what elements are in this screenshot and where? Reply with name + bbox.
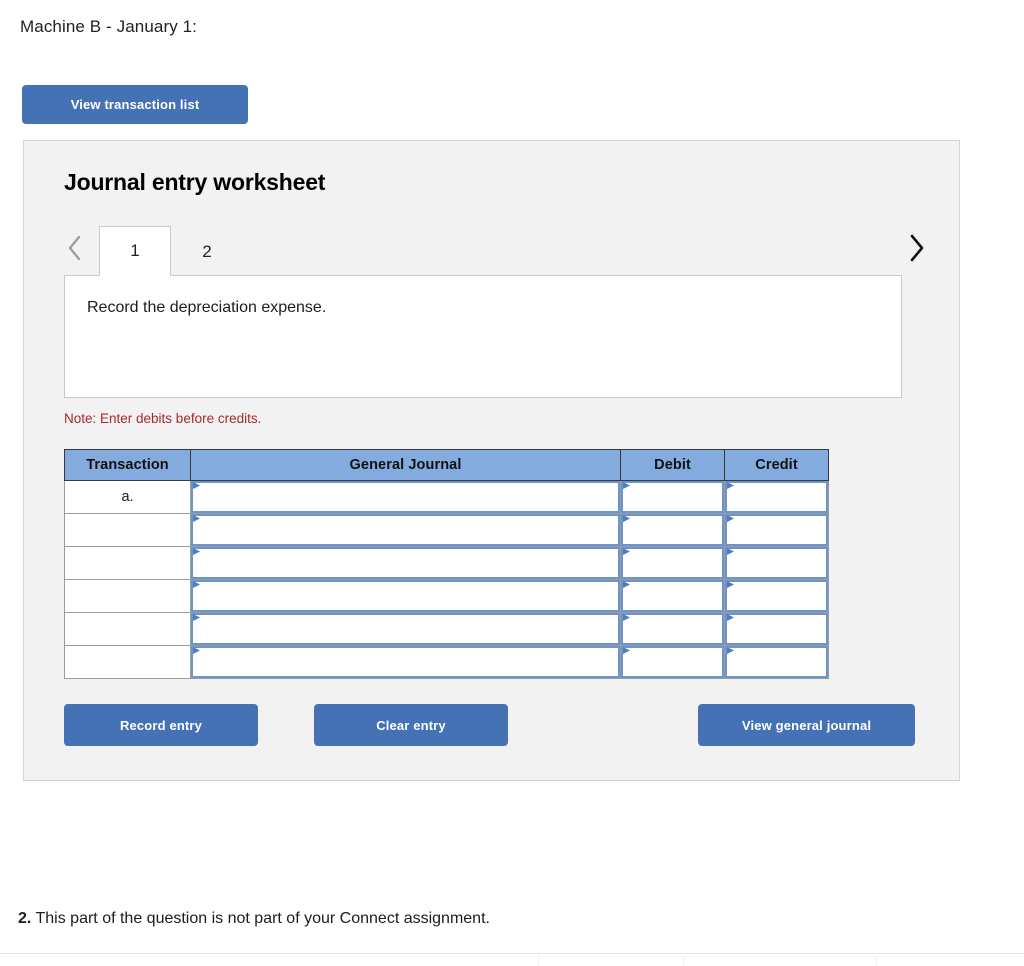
debit-field-cell xyxy=(620,480,725,514)
transaction-cell xyxy=(64,513,191,547)
dropdown-triangle-icon xyxy=(727,647,734,654)
debit-field[interactable] xyxy=(621,514,724,546)
worksheet-tab-2[interactable]: 2 xyxy=(171,226,243,276)
footer-divider xyxy=(0,953,1024,954)
dropdown-triangle-icon xyxy=(193,548,200,555)
debit-field[interactable] xyxy=(621,481,724,513)
page-title: Machine B - January 1: xyxy=(20,17,198,36)
general-journal-field[interactable] xyxy=(191,514,620,546)
dropdown-triangle-icon xyxy=(727,548,734,555)
dropdown-triangle-icon xyxy=(193,581,200,588)
credit-field-cell xyxy=(724,546,829,580)
footer-question-text: This part of the question is not part of… xyxy=(35,910,490,927)
credit-field[interactable] xyxy=(725,580,828,612)
credit-field-cell xyxy=(724,612,829,646)
view-general-journal-button[interactable]: View general journal xyxy=(698,704,915,746)
footer-column-separator xyxy=(683,955,684,966)
column-header-credit: Credit xyxy=(724,449,829,481)
worksheet-tab-1[interactable]: 1 xyxy=(99,226,171,276)
debit-field-cell xyxy=(620,546,725,580)
dropdown-triangle-icon xyxy=(727,482,734,489)
transaction-cell: a. xyxy=(64,480,191,514)
column-header-general-journal: General Journal xyxy=(190,449,621,481)
general-journal-field-cell xyxy=(190,645,621,679)
debit-field-cell xyxy=(620,513,725,547)
credit-field[interactable] xyxy=(725,514,828,546)
chevron-right-icon[interactable] xyxy=(901,229,931,267)
general-journal-field-cell xyxy=(190,579,621,613)
worksheet-title: Journal entry worksheet xyxy=(64,169,326,195)
footer-question: 2. This part of the question is not part… xyxy=(18,910,490,928)
dropdown-triangle-icon xyxy=(727,581,734,588)
general-journal-field[interactable] xyxy=(191,613,620,645)
worksheet-tab-list: 1 2 xyxy=(99,221,243,276)
dropdown-triangle-icon xyxy=(623,515,630,522)
general-journal-field[interactable] xyxy=(191,646,620,678)
dropdown-triangle-icon xyxy=(623,482,630,489)
credit-field[interactable] xyxy=(725,481,828,513)
journal-entry-worksheet-panel: Journal entry worksheet 1 2 Record the d… xyxy=(23,140,960,781)
column-header-debit: Debit xyxy=(620,449,725,481)
table-row xyxy=(64,612,829,646)
dropdown-triangle-icon xyxy=(193,647,200,654)
transaction-cell xyxy=(64,579,191,613)
credit-field[interactable] xyxy=(725,646,828,678)
general-journal-field[interactable] xyxy=(191,580,620,612)
table-row xyxy=(64,513,829,547)
dropdown-triangle-icon xyxy=(193,614,200,621)
debit-field[interactable] xyxy=(621,547,724,579)
credit-field[interactable] xyxy=(725,613,828,645)
footer-column-separator xyxy=(538,955,539,966)
credit-field-cell xyxy=(724,480,829,514)
footer-question-number: 2. xyxy=(18,910,32,927)
general-journal-field-cell xyxy=(190,546,621,580)
clear-entry-button[interactable]: Clear entry xyxy=(314,704,508,746)
dropdown-triangle-icon xyxy=(727,614,734,621)
debit-field[interactable] xyxy=(621,580,724,612)
debit-field[interactable] xyxy=(621,613,724,645)
credit-field-cell xyxy=(724,513,829,547)
credit-field[interactable] xyxy=(725,547,828,579)
general-journal-field[interactable] xyxy=(191,547,620,579)
transaction-cell xyxy=(64,612,191,646)
dropdown-triangle-icon xyxy=(193,482,200,489)
journal-table-body: a. xyxy=(64,480,829,679)
dropdown-triangle-icon xyxy=(623,548,630,555)
credit-field-cell xyxy=(724,645,829,679)
transaction-cell xyxy=(64,546,191,580)
transaction-cell xyxy=(64,645,191,679)
general-journal-field-cell xyxy=(190,513,621,547)
footer-column-separator xyxy=(876,955,877,966)
transaction-description-box: Record the depreciation expense. xyxy=(64,275,902,398)
debits-before-credits-note: Note: Enter debits before credits. xyxy=(64,411,262,426)
table-row xyxy=(64,546,829,580)
table-header-row: Transaction General Journal Debit Credit xyxy=(64,449,829,481)
general-journal-field-cell xyxy=(190,480,621,514)
dropdown-triangle-icon xyxy=(623,614,630,621)
dropdown-triangle-icon xyxy=(623,647,630,654)
debit-field-cell xyxy=(620,645,725,679)
journal-entry-table: Transaction General Journal Debit Credit… xyxy=(64,449,829,679)
general-journal-field[interactable] xyxy=(191,481,620,513)
worksheet-tab-strip: 1 2 xyxy=(56,221,931,276)
general-journal-field-cell xyxy=(190,612,621,646)
dropdown-triangle-icon xyxy=(623,581,630,588)
table-row: a. xyxy=(64,480,829,514)
dropdown-triangle-icon xyxy=(193,515,200,522)
column-header-transaction: Transaction xyxy=(64,449,191,481)
view-transaction-list-button[interactable]: View transaction list xyxy=(22,85,248,124)
debit-field-cell xyxy=(620,612,725,646)
table-row xyxy=(64,579,829,613)
credit-field-cell xyxy=(724,579,829,613)
transaction-description-text: Record the depreciation expense. xyxy=(87,299,327,316)
debit-field[interactable] xyxy=(621,646,724,678)
table-row xyxy=(64,645,829,679)
dropdown-triangle-icon xyxy=(727,515,734,522)
chevron-left-icon[interactable] xyxy=(60,229,90,267)
record-entry-button[interactable]: Record entry xyxy=(64,704,258,746)
debit-field-cell xyxy=(620,579,725,613)
